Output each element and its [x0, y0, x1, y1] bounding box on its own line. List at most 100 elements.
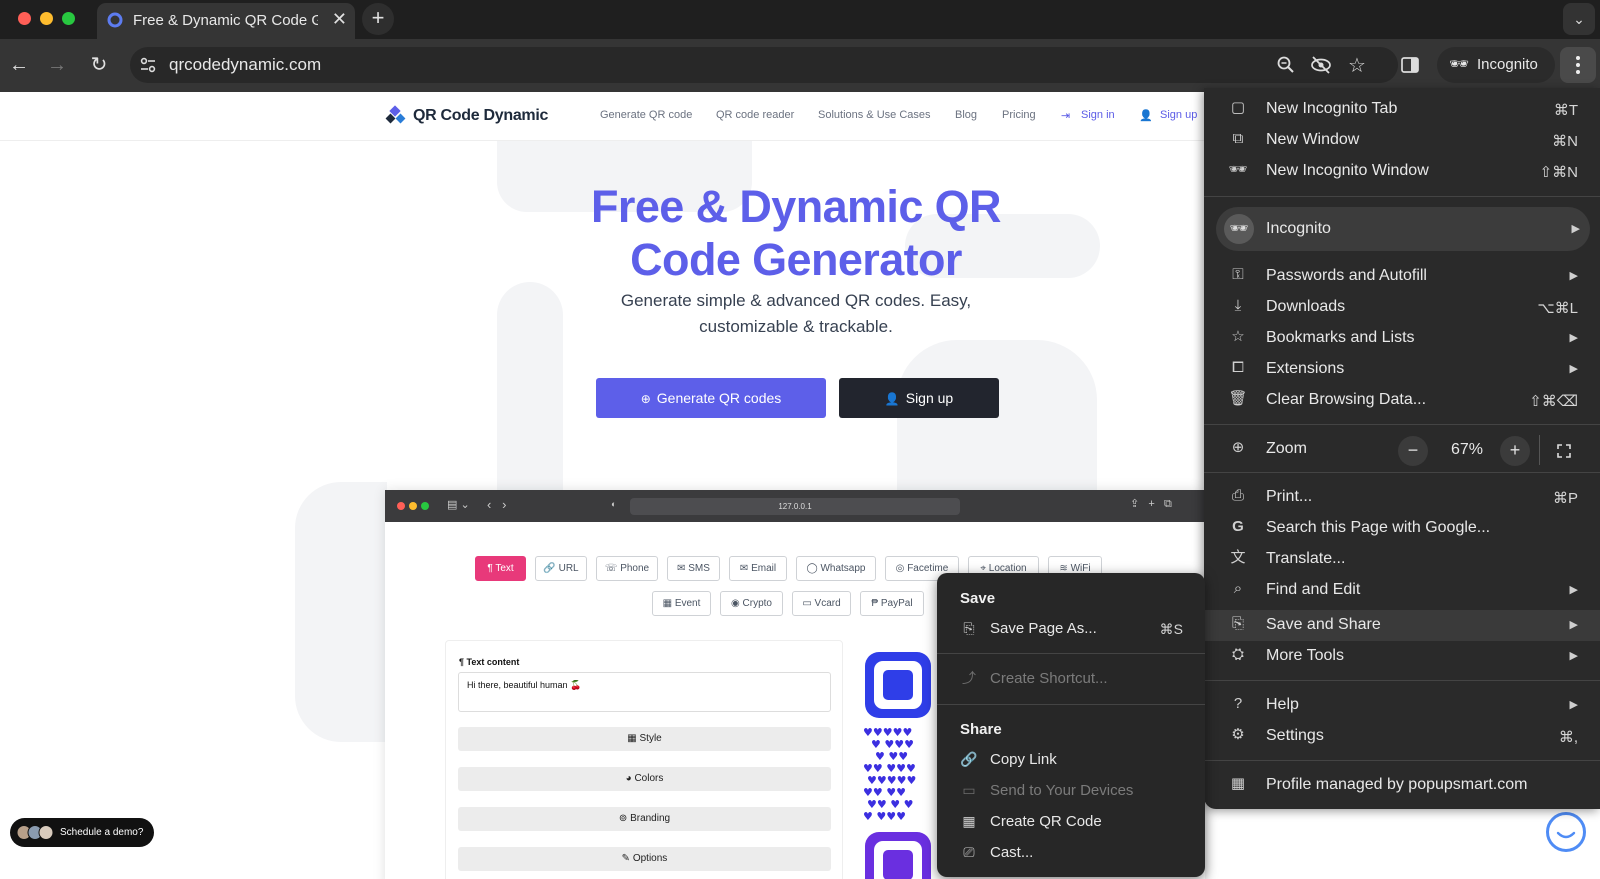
menu-more-tools[interactable]: ⛭ More Tools ▶ [1204, 641, 1600, 672]
share-section-heading: Share [960, 721, 1002, 738]
chat-widget-button[interactable] [1546, 812, 1586, 852]
preview-minimize-dot [409, 502, 417, 510]
minimize-window-button[interactable] [40, 12, 53, 25]
star-icon: ☆ [1231, 328, 1245, 345]
close-tab-icon[interactable]: ✕ [332, 9, 347, 30]
zoom-icon: ⊕ [1231, 439, 1245, 456]
qr-code-preview: ♥♥♥♥♥ ♥ ♥♥♥ ♥ ♥♥ ♥♥ ♥♥♥ ♥♥♥♥♥ ♥♥ ♥♥ ♥♥ ♥… [863, 640, 943, 879]
copy-link-item[interactable]: 🔗 Copy Link [937, 745, 1205, 775]
site-info-icon[interactable] [138, 55, 158, 75]
menu-incognito-profile[interactable]: 🕶 Incognito ▶ [1216, 207, 1590, 251]
submenu-arrow-icon: ▶ [1569, 332, 1578, 344]
menu-search-google[interactable]: G Search this Page with Google... [1204, 513, 1600, 544]
nav-blog[interactable]: Blog [955, 109, 977, 121]
save-page-icon: ⎘ [1231, 615, 1244, 632]
menu-save-share[interactable]: ⎘ Save and Share ▶ [1204, 610, 1600, 641]
site-logo-icon[interactable] [385, 105, 409, 129]
type-chip-whatsapp[interactable]: ◯ Whatsapp [796, 556, 876, 581]
forward-icon[interactable]: → [44, 52, 70, 78]
background-shape [295, 482, 387, 742]
type-chip-email[interactable]: ✉ Email [729, 556, 787, 581]
menu-new-incognito-tab[interactable]: ▢ New Incognito Tab ⌘T [1204, 94, 1600, 125]
submenu-arrow-icon: ▶ [1569, 650, 1578, 662]
new-tab-button[interactable]: + [362, 3, 394, 35]
menu-settings[interactable]: ⚙ Settings ⌘, [1204, 721, 1600, 752]
nav-sign-in[interactable]: Sign in [1081, 109, 1115, 121]
zoom-out-button[interactable]: − [1398, 436, 1428, 466]
create-qr-code-item[interactable]: ▦ Create QR Code [937, 807, 1205, 837]
schedule-demo-button[interactable]: Schedule a demo? [10, 818, 154, 847]
incognito-profile-label: Incognito [1266, 220, 1331, 237]
menu-new-incognito-window[interactable]: 🕶 New Incognito Window ⇧⌘N [1204, 156, 1600, 187]
type-chip-text[interactable]: ¶ Text [475, 556, 526, 581]
browser-tab[interactable]: Free & Dynamic QR Code Generator ✕ [97, 3, 355, 39]
menu-clear-browsing-data[interactable]: 🗑 Clear Browsing Data... ⇧⌘⌫ [1204, 385, 1600, 416]
style-section-button[interactable]: ▦ Style [458, 727, 831, 751]
side-panel-icon[interactable] [1400, 55, 1420, 75]
incognito-profile-button[interactable]: 🕶 Incognito [1437, 47, 1555, 83]
submenu-arrow-icon: ▶ [1569, 619, 1578, 631]
menu-print[interactable]: ⎙ Print... ⌘P [1204, 482, 1600, 513]
menu-divider [1204, 680, 1600, 681]
qr-settings-panel: ¶ Text content Hi there, beautiful human… [445, 640, 843, 879]
save-page-as-item[interactable]: ⎘ Save Page As... ⌘S [937, 614, 1205, 644]
submenu-arrow-icon: ▶ [1569, 270, 1578, 282]
chrome-menu-button[interactable] [1560, 47, 1596, 83]
site-logo-text[interactable]: QR Code Dynamic [413, 107, 548, 125]
maximize-window-button[interactable] [62, 12, 75, 25]
menu-passwords-autofill[interactable]: ⚿ Passwords and Autofill ▶ [1204, 261, 1600, 292]
nav-sign-up[interactable]: Sign up [1160, 109, 1197, 121]
type-chip-sms[interactable]: ✉ SMS [667, 556, 720, 581]
nav-pricing[interactable]: Pricing [1002, 109, 1036, 121]
menu-extensions[interactable]: ⧠ Extensions ▶ [1204, 354, 1600, 385]
team-avatars-icon [16, 824, 56, 841]
hero-subtitle: Generate simple & advanced QR codes. Eas… [595, 288, 997, 340]
hero-sign-up-button[interactable]: 👤 Sign up [839, 378, 999, 418]
download-icon: ⤓ [1234, 297, 1242, 314]
reload-icon[interactable]: ↻ [86, 52, 112, 78]
shortcut-icon: ⤴ [962, 670, 976, 686]
close-window-button[interactable] [18, 12, 31, 25]
text-content-input[interactable]: Hi there, beautiful human 🍒 [458, 672, 831, 712]
type-chip-vcard[interactable]: ▭ Vcard [792, 591, 851, 616]
branding-section-button[interactable]: ⊚ Branding [458, 807, 831, 831]
type-chip-event[interactable]: ▦ Event [652, 591, 711, 616]
send-to-devices-item[interactable]: ▭ Send to Your Devices [937, 776, 1205, 806]
nav-solutions[interactable]: Solutions & Use Cases [818, 109, 931, 121]
browser-toolbar: ← → ↻ qrcodedynamic.com ☆ 🕶 Incognito [0, 39, 1600, 92]
type-chip-crypto[interactable]: ◉ Crypto [720, 591, 783, 616]
back-icon[interactable]: ← [6, 52, 32, 78]
zoom-in-button[interactable]: + [1500, 436, 1530, 466]
create-shortcut-item[interactable]: ⤴ Create Shortcut... [937, 664, 1205, 694]
preview-sidebar-icon: ▤ ⌄ [447, 499, 470, 511]
hero-title: Free & Dynamic QR Code Generator [540, 180, 1052, 286]
cast-item[interactable]: ⎚ Cast... [937, 838, 1205, 868]
submenu-divider [937, 704, 1205, 705]
menu-new-window[interactable]: ⧉ New Window ⌘N [1204, 125, 1600, 156]
zoom-icon[interactable] [1276, 55, 1296, 75]
menu-bookmarks-lists[interactable]: ☆ Bookmarks and Lists ▶ [1204, 323, 1600, 354]
type-chip-phone[interactable]: ☏ Phone [596, 556, 658, 581]
type-chip-paypal[interactable]: ₱ PayPal [860, 591, 924, 616]
menu-find-edit[interactable]: ⌕ Find and Edit ▶ [1204, 575, 1600, 606]
menu-managed-profile[interactable]: ▦ Profile managed by popupsmart.com [1204, 770, 1600, 801]
fullscreen-icon[interactable] [1551, 438, 1577, 464]
menu-translate[interactable]: 文 Translate... [1204, 544, 1600, 575]
bookmark-star-icon[interactable]: ☆ [1348, 53, 1366, 78]
generate-qr-button[interactable]: ⊕ Generate QR codes [596, 378, 826, 418]
menu-downloads[interactable]: ⤓ Downloads ⌥⌘L [1204, 292, 1600, 323]
options-section-button[interactable]: ✎ Options [458, 847, 831, 871]
save-page-icon: ⎘ [963, 620, 975, 636]
nav-generate-qr[interactable]: Generate QR code [600, 109, 692, 121]
submenu-divider [937, 653, 1205, 654]
hero-title-line-1: Free & Dynamic QR [591, 181, 1002, 232]
tab-search-button[interactable]: ⌄ [1563, 3, 1595, 35]
nav-qr-reader[interactable]: QR code reader [716, 109, 794, 121]
tracking-protection-icon[interactable] [1310, 55, 1332, 75]
save-share-submenu: Save ⎘ Save Page As... ⌘S ⤴ Create Shortc… [937, 573, 1205, 877]
menu-help[interactable]: ? Help ▶ [1204, 690, 1600, 721]
colors-section-button[interactable]: ◕ Colors [458, 767, 831, 791]
trash-icon: 🗑 [1228, 390, 1248, 407]
address-bar[interactable]: qrcodedynamic.com ☆ [130, 47, 1398, 83]
type-chip-url[interactable]: 🔗 URL [535, 556, 587, 581]
